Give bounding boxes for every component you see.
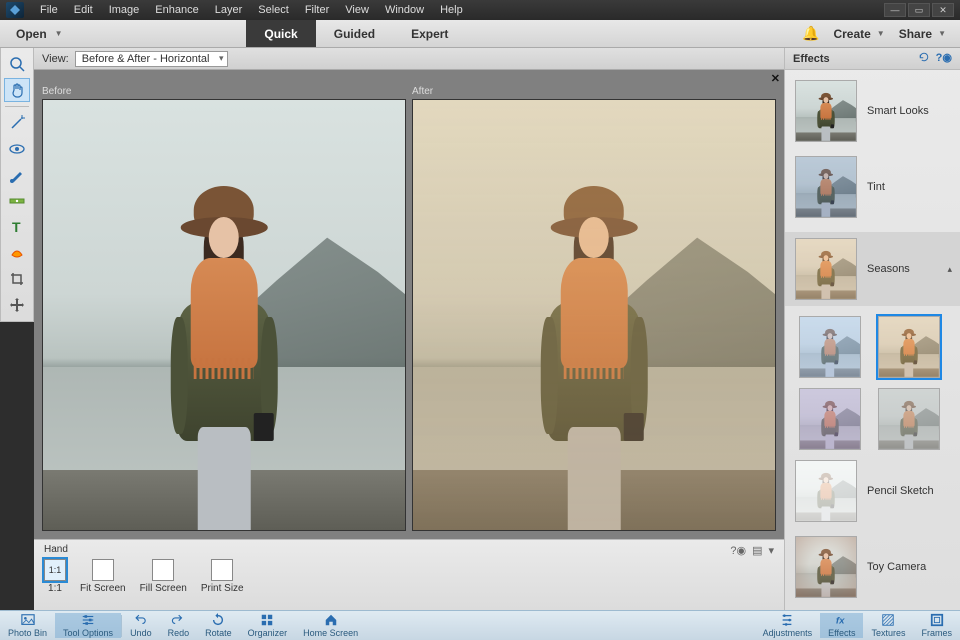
menu-image[interactable]: Image — [101, 4, 148, 16]
menu-bar: FileEditImageEnhanceLayerSelectFilterVie… — [0, 0, 960, 20]
zoom-option-fill[interactable]: Fill Screen — [140, 559, 187, 594]
menu-edit[interactable]: Edit — [66, 4, 101, 16]
effect-smart_looks[interactable]: Smart Looks — [795, 80, 950, 142]
view-label: View: — [42, 53, 69, 65]
panel-menu-icon[interactable]: ▤ — [752, 544, 762, 557]
menu-window[interactable]: Window — [377, 4, 432, 16]
zoom-option-fit[interactable]: Fit Screen — [80, 559, 126, 594]
tool-spot[interactable] — [4, 241, 30, 265]
task-textures[interactable]: Textures — [863, 613, 913, 638]
menu-select[interactable]: Select — [250, 4, 297, 16]
tool-quicksel[interactable] — [4, 111, 30, 135]
task-tool_options[interactable]: Tool Options — [55, 613, 121, 638]
effect-variant-v2[interactable] — [878, 316, 940, 378]
window-close-button[interactable]: ✕ — [932, 3, 954, 17]
task-undo[interactable]: Undo — [122, 613, 160, 638]
task-redo[interactable]: Redo — [160, 613, 198, 638]
menu-filter[interactable]: Filter — [297, 4, 337, 16]
zoom-option-one_to_one[interactable]: 1:11:1 — [44, 559, 66, 594]
window-maximize-button[interactable]: ▭ — [908, 3, 930, 17]
menu-layer[interactable]: Layer — [207, 4, 251, 16]
tool-text[interactable] — [4, 215, 30, 239]
help-icon[interactable]: ?◉ — [730, 544, 746, 557]
create-button[interactable]: Create▼ — [833, 27, 884, 41]
menu-help[interactable]: Help — [432, 4, 471, 16]
mode-bar: Open▼ QuickGuidedExpert 🔔 Create▼ Share▼ — [0, 20, 960, 48]
zoom-option-print[interactable]: Print Size — [201, 559, 244, 594]
before-label: Before — [42, 86, 406, 97]
task-bar: Photo BinTool OptionsUndoRedoRotateOrgan… — [0, 610, 960, 640]
toolbox — [0, 48, 34, 322]
view-mode-dropdown[interactable]: Before & After - Horizontal — [75, 51, 229, 67]
mode-tab-quick[interactable]: Quick — [246, 20, 315, 47]
effects-panel: Effects ?◉ Smart Looks Tint Seasons▴ Pencil… — [784, 48, 960, 610]
effect-toy[interactable]: Toy Camera — [795, 536, 950, 598]
task-effects[interactable]: Effects — [820, 613, 863, 638]
menu-view[interactable]: View — [337, 4, 377, 16]
effect-variant-v3[interactable] — [799, 388, 861, 450]
menu-enhance[interactable]: Enhance — [147, 4, 206, 16]
tool-options-title: Hand — [44, 544, 774, 555]
notifications-icon[interactable]: 🔔 — [802, 25, 819, 42]
tool-hand[interactable] — [4, 78, 30, 102]
before-image[interactable] — [42, 99, 406, 531]
task-photo_bin[interactable]: Photo Bin — [0, 613, 55, 638]
tool-eye[interactable] — [4, 137, 30, 161]
effect-pencil[interactable]: Pencil Sketch — [795, 460, 950, 522]
task-adjustments[interactable]: Adjustments — [755, 613, 821, 638]
mode-tab-guided[interactable]: Guided — [316, 20, 393, 47]
after-image[interactable] — [412, 99, 776, 531]
task-organizer[interactable]: Organizer — [240, 613, 296, 638]
panel-collapse-icon[interactable]: ▾ — [768, 544, 774, 557]
task-rotate[interactable]: Rotate — [197, 613, 240, 638]
mode-tab-expert[interactable]: Expert — [393, 20, 466, 47]
tool-zoom[interactable] — [4, 52, 30, 76]
window-minimize-button[interactable]: — — [884, 3, 906, 17]
canvas-area: ✕ Before After — [34, 70, 784, 539]
reset-icon[interactable] — [918, 51, 930, 66]
task-home[interactable]: Home Screen — [295, 613, 366, 638]
panel-help-icon[interactable]: ?◉ — [936, 51, 952, 66]
tool-whiten[interactable] — [4, 163, 30, 187]
app-logo-icon — [6, 2, 24, 18]
effects-panel-title: Effects — [793, 53, 830, 65]
menu-file[interactable]: File — [32, 4, 66, 16]
canvas-close-icon[interactable]: ✕ — [771, 72, 780, 85]
after-label: After — [412, 86, 776, 97]
open-button[interactable]: Open▼ — [0, 20, 79, 47]
effect-variant-v4[interactable] — [878, 388, 940, 450]
effect-variant-v1[interactable] — [799, 316, 861, 378]
tool-crop[interactable] — [4, 267, 30, 291]
tool-move[interactable] — [4, 293, 30, 317]
effect-seasons[interactable]: Seasons▴ — [785, 232, 960, 306]
effect-tint[interactable]: Tint — [795, 156, 950, 218]
tool-options-panel: Hand ?◉ ▤ ▾ 1:11:1 Fit Screen Fill Screen P… — [34, 539, 784, 610]
task-frames[interactable]: Frames — [913, 613, 960, 638]
share-button[interactable]: Share▼ — [899, 27, 946, 41]
tool-straighten[interactable] — [4, 189, 30, 213]
